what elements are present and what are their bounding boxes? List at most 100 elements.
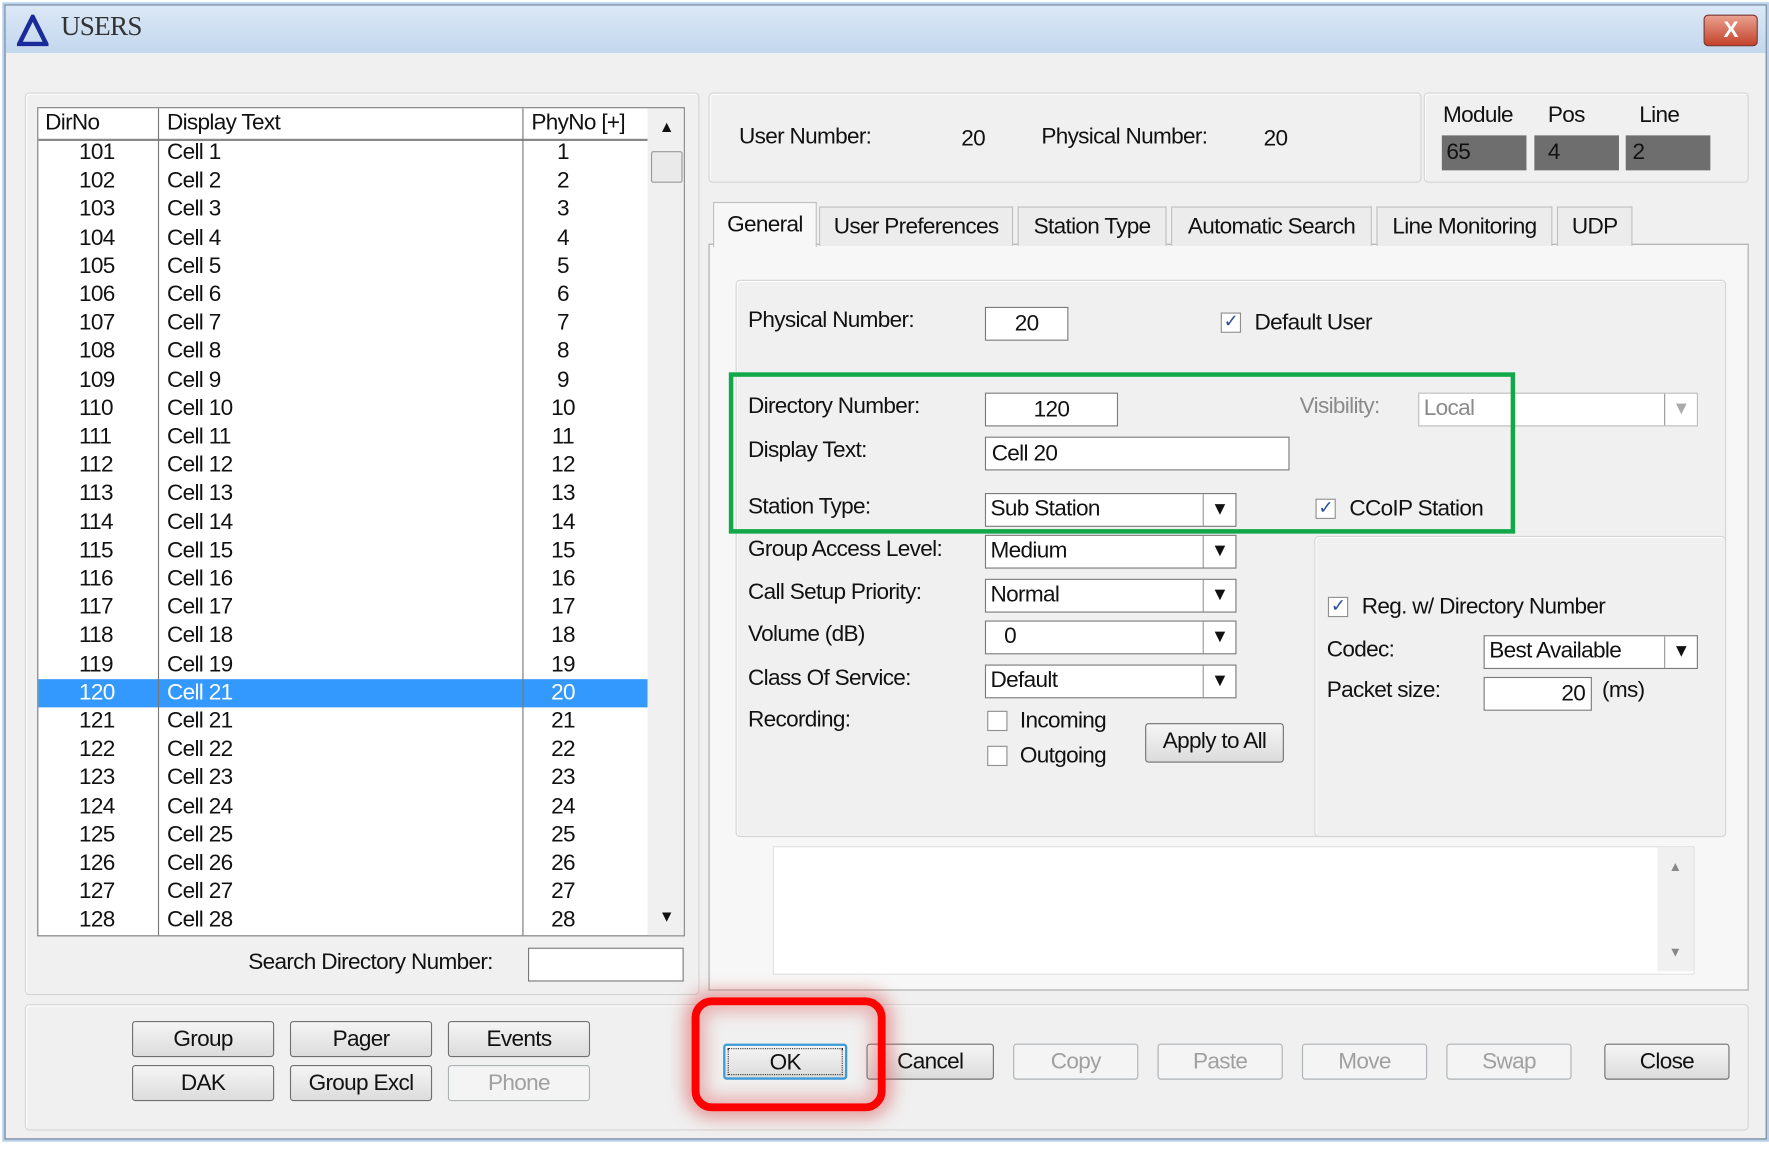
codec-select[interactable]: Best Available ▼ [1483, 635, 1698, 670]
list-item[interactable]: 115 Cell 15 15 [38, 537, 647, 565]
volume-label: Volume (dB) [747, 621, 865, 647]
tab-station-type[interactable]: Station Type [1017, 206, 1167, 246]
title-bar: USERS X [5, 5, 1766, 54]
reg-directory-number-checkbox[interactable]: ✓ [1327, 596, 1349, 618]
swap-button[interactable]: Swap [1446, 1043, 1572, 1080]
cell-dirno: 125 [78, 822, 115, 848]
cell-phyno: 15 [551, 537, 575, 563]
list-item[interactable]: 102 Cell 2 2 [38, 167, 647, 195]
copy-button[interactable]: Copy [1013, 1043, 1139, 1080]
list-item[interactable]: 122 Cell 22 22 [38, 736, 647, 764]
scroll-up-icon[interactable]: ▲ [1669, 859, 1682, 875]
list-item[interactable]: 123 Cell 23 23 [38, 764, 647, 792]
list-item[interactable]: 113 Cell 13 13 [38, 480, 647, 508]
list-item[interactable]: 119 Cell 19 19 [38, 651, 647, 679]
column-header-phyno[interactable]: PhyNo [+] [531, 111, 625, 137]
cell-dirno: 124 [78, 793, 115, 819]
reg-directory-number-label: Reg. w/ Directory Number [1361, 594, 1606, 620]
chevron-down-icon[interactable]: ▼ [1202, 579, 1236, 612]
chevron-down-icon[interactable]: ▼ [1202, 665, 1236, 698]
group-access-select[interactable]: Medium ▼ [984, 534, 1237, 569]
close-window-button[interactable]: X [1703, 14, 1758, 47]
chevron-down-icon[interactable]: ▼ [1202, 535, 1236, 568]
phone-button[interactable]: Phone [447, 1065, 591, 1102]
volume-select[interactable]: 0 ▼ [984, 620, 1237, 655]
events-button[interactable]: Events [447, 1021, 591, 1058]
list-item[interactable]: 118 Cell 18 18 [38, 622, 647, 650]
chevron-down-icon[interactable]: ▼ [1664, 636, 1697, 668]
cell-display-text: Cell 1 [166, 139, 221, 165]
list-item[interactable]: 124 Cell 24 24 [38, 793, 647, 821]
list-item[interactable]: 127 Cell 27 27 [38, 878, 647, 906]
incoming-checkbox[interactable] [987, 710, 1008, 732]
cell-display-text: Cell 19 [166, 651, 233, 677]
cell-phyno: 24 [551, 793, 575, 819]
list-item[interactable]: 103 Cell 3 3 [38, 196, 647, 224]
list-item[interactable]: 125 Cell 25 25 [38, 821, 647, 849]
packet-size-input[interactable]: 20 [1483, 676, 1592, 711]
dak-button[interactable]: DAK [131, 1065, 275, 1102]
physical-number-input[interactable]: 20 [984, 306, 1069, 341]
column-header-dirno[interactable]: DirNo [45, 111, 100, 137]
tab-udp[interactable]: UDP [1556, 206, 1633, 246]
list-item[interactable]: 106 Cell 6 6 [38, 281, 647, 309]
list-item[interactable]: 112 Cell 12 12 [38, 451, 647, 479]
pager-button[interactable]: Pager [289, 1021, 433, 1058]
cell-dirno: 128 [78, 907, 115, 933]
cos-select[interactable]: Default ▼ [984, 664, 1237, 699]
list-item[interactable]: 104 Cell 4 4 [38, 224, 647, 252]
list-item[interactable]: 120 Cell 21 20 [38, 678, 648, 708]
tab-automatic-search[interactable]: Automatic Search [1171, 206, 1372, 246]
notes-textarea[interactable]: ▲ ▼ [772, 846, 1695, 975]
cell-phyno: 8 [557, 338, 570, 364]
paste-button[interactable]: Paste [1157, 1043, 1283, 1080]
tab-user-preferences[interactable]: User Preferences [819, 206, 1014, 246]
group-access-label: Group Access Level: [747, 537, 943, 562]
physical-number-label: Physical Number: [1041, 124, 1208, 149]
scroll-down-icon[interactable]: ▼ [659, 907, 675, 925]
codec-label: Codec: [1326, 637, 1395, 663]
list-item[interactable]: 111 Cell 11 11 [38, 423, 647, 451]
scroll-up-icon[interactable]: ▲ [659, 117, 675, 135]
list-scrollbar[interactable]: ▲ ▼ [647, 108, 684, 936]
list-item[interactable]: 105 Cell 5 5 [38, 252, 647, 280]
notes-scrollbar[interactable]: ▲ ▼ [1657, 847, 1694, 972]
cell-display-text: Cell 27 [166, 879, 233, 904]
list-item[interactable]: 117 Cell 17 17 [38, 594, 647, 622]
list-item[interactable]: 101 Cell 1 1 [38, 139, 647, 167]
list-item[interactable]: 126 Cell 26 26 [38, 850, 647, 878]
list-item[interactable]: 108 Cell 8 8 [38, 338, 647, 366]
list-item[interactable]: 110 Cell 10 10 [38, 395, 647, 423]
search-directory-input[interactable] [527, 947, 684, 982]
cell-dirno: 127 [78, 879, 115, 904]
cell-phyno: 28 [551, 907, 575, 933]
cell-dirno: 110 [78, 395, 114, 421]
list-item[interactable]: 128 Cell 28 28 [38, 906, 647, 934]
apply-to-all-button[interactable]: Apply to All [1145, 723, 1284, 763]
scroll-down-icon[interactable]: ▼ [1669, 944, 1682, 960]
chevron-down-icon: ▼ [1664, 393, 1697, 426]
users-list[interactable]: DirNo Display Text PhyNo [+] 101 Cell 111… [37, 107, 685, 937]
chevron-down-icon[interactable]: ▼ [1202, 621, 1236, 654]
cell-phyno: 3 [557, 196, 570, 222]
close-button[interactable]: Close [1604, 1043, 1730, 1080]
list-item[interactable]: 116 Cell 16 16 [38, 565, 647, 593]
group-button[interactable]: Group [131, 1021, 275, 1058]
tab-line-monitoring[interactable]: Line Monitoring [1376, 206, 1553, 246]
move-button[interactable]: Move [1301, 1043, 1428, 1080]
packet-size-label: Packet size: [1326, 678, 1441, 703]
default-user-checkbox[interactable]: ✓ [1220, 312, 1242, 333]
list-item[interactable]: 114 Cell 14 14 [38, 508, 647, 536]
list-item[interactable]: 109 Cell 9 9 [38, 366, 647, 394]
outgoing-checkbox[interactable] [987, 745, 1008, 767]
cell-display-text: Cell 13 [166, 481, 233, 506]
group-excl-button[interactable]: Group Excl [289, 1065, 433, 1102]
cell-phyno: 22 [551, 736, 575, 762]
scroll-thumb[interactable] [650, 151, 683, 183]
list-item[interactable]: 121 Cell 21 21 [38, 707, 647, 735]
cell-phyno: 27 [551, 879, 575, 904]
call-setup-select[interactable]: Normal ▼ [984, 578, 1237, 613]
column-header-display-text[interactable]: Display Text [167, 111, 281, 137]
tab-general[interactable]: General [713, 201, 817, 248]
list-item[interactable]: 107 Cell 7 7 [38, 309, 647, 337]
